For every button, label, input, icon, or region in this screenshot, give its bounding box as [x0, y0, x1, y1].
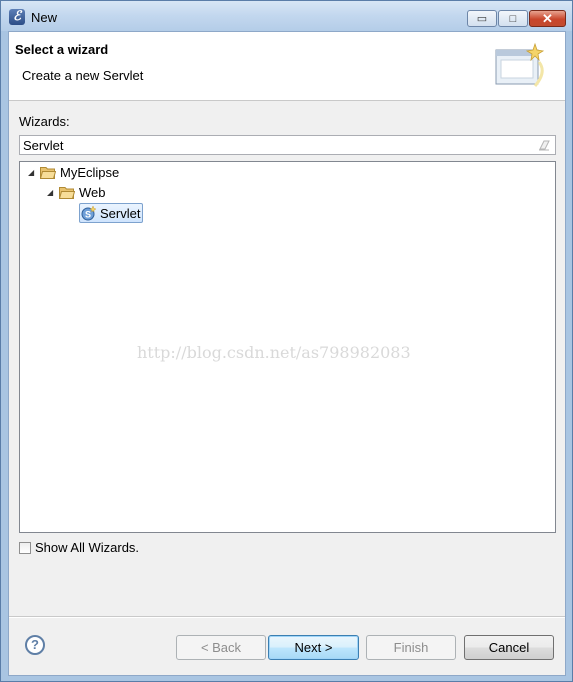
next-button[interactable]: Next >: [268, 635, 359, 660]
tree-node-label: Web: [79, 184, 106, 200]
help-icon[interactable]: ?: [25, 635, 45, 655]
folder-open-icon: [40, 166, 56, 179]
button-bar-separator: [9, 616, 565, 618]
wizard-tree[interactable]: ◢ MyEclipse ◢ Web S Servlet http://blog.…: [19, 161, 556, 533]
tree-node-label: Servlet: [100, 205, 141, 221]
tree-node-myeclipse[interactable]: ◢ MyEclipse: [28, 163, 119, 181]
close-button[interactable]: ✕: [529, 10, 566, 27]
expanded-triangle-icon[interactable]: ◢: [28, 168, 40, 177]
cancel-button[interactable]: Cancel: [464, 635, 554, 660]
page-description: Create a new Servlet: [22, 68, 144, 83]
minimize-icon: ▭: [476, 13, 488, 25]
tree-node-servlet[interactable]: S Servlet: [79, 203, 144, 223]
wizard-header: Select a wizard Create a new Servlet: [9, 32, 565, 101]
title-bar[interactable]: ℰ New ▭ □ ✕: [1, 1, 572, 31]
tree-node-label: MyEclipse: [60, 164, 120, 180]
show-all-wizards-option[interactable]: Show All Wizards.: [19, 540, 139, 555]
show-all-wizards-label: Show All Wizards.: [35, 540, 140, 555]
filter-value: Servlet: [23, 138, 64, 153]
page-title: Select a wizard: [15, 42, 109, 57]
maximize-icon: □: [509, 12, 517, 25]
wizard-filter-input[interactable]: Servlet: [19, 135, 556, 155]
folder-open-icon: [59, 186, 75, 199]
watermark-text: http://blog.csdn.net/as798982083: [137, 343, 411, 362]
servlet-icon: S: [81, 205, 96, 220]
new-wizard-window: ℰ New ▭ □ ✕ Select a wizard Create a new…: [0, 0, 573, 682]
expanded-triangle-icon[interactable]: ◢: [47, 188, 59, 197]
show-all-wizards-checkbox[interactable]: [19, 541, 31, 554]
minimize-button[interactable]: ▭: [467, 10, 497, 27]
wizards-label: Wizards:: [19, 114, 70, 129]
tree-node-web[interactable]: ◢ Web: [47, 183, 106, 201]
window-title: New: [31, 10, 58, 25]
dialog-client-area: Select a wizard Create a new Servlet Wiz…: [8, 31, 566, 676]
new-wizard-banner-icon: [495, 42, 545, 87]
clear-filter-icon[interactable]: [538, 139, 550, 151]
back-button[interactable]: < Back: [176, 635, 266, 660]
finish-button[interactable]: Finish: [366, 635, 456, 660]
maximize-button[interactable]: □: [498, 10, 528, 27]
svg-text:S: S: [85, 209, 91, 219]
myeclipse-app-icon: ℰ: [9, 9, 25, 25]
close-icon: ✕: [542, 10, 553, 26]
